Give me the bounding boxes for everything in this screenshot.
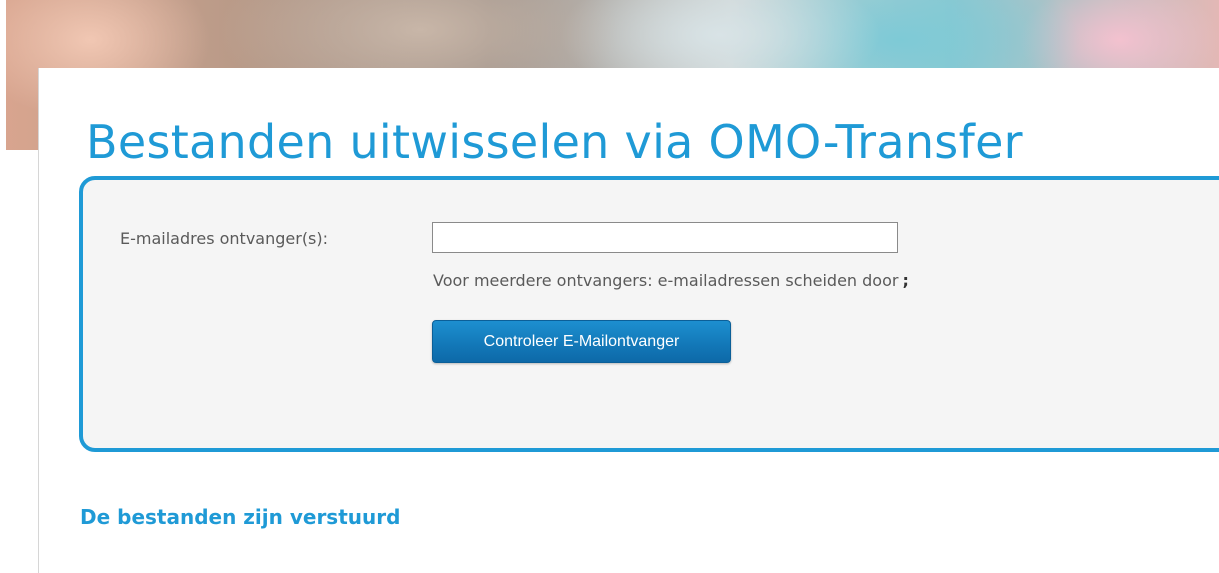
recipient-help-text: Voor meerdere ontvangers: e-mailadressen…	[433, 270, 909, 292]
recipient-form-box	[79, 176, 1219, 452]
recipient-email-label: E-mailadres ontvanger(s):	[120, 229, 329, 248]
files-sent-status-message: De bestanden zijn verstuurd	[80, 505, 401, 529]
page-title: Bestanden uitwisselen via OMO-Transfer	[86, 115, 1023, 169]
check-email-recipient-button[interactable]: Controleer E-Mailontvanger	[432, 320, 731, 363]
hero-banner-edge	[0, 0, 6, 150]
recipient-help-separator: ;	[902, 271, 909, 290]
recipient-help-text-body: Voor meerdere ontvangers: e-mailadressen…	[433, 271, 899, 290]
recipient-email-input[interactable]	[432, 222, 898, 253]
